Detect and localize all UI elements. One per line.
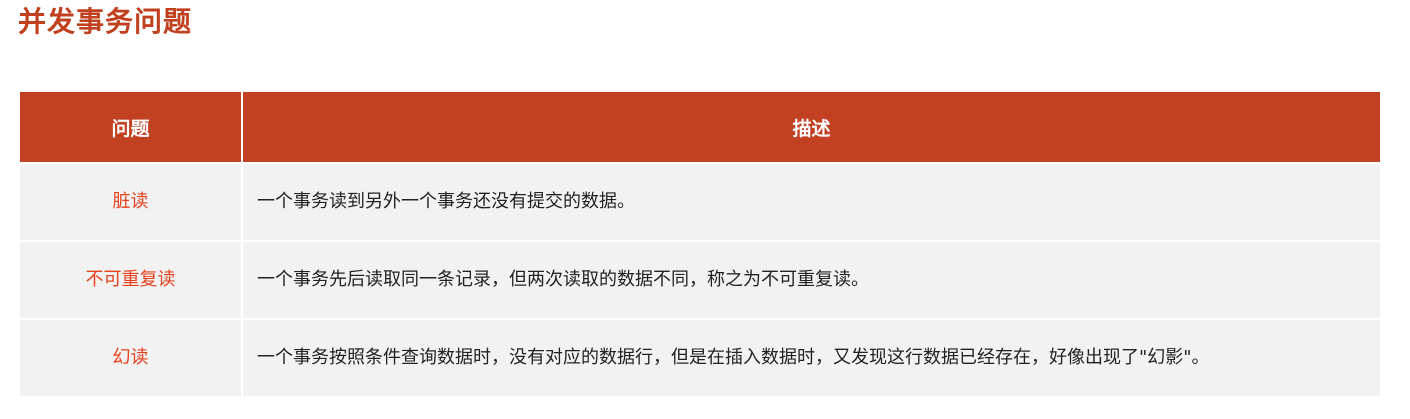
table-row: 不可重复读 一个事务先后读取同一条记录，但两次读取的数据不同，称之为不可重复读。 (20, 240, 1380, 319)
page-title: 并发事务问题 (18, 5, 193, 38)
problem-cell: 幻读 (20, 318, 243, 396)
column-header-problem: 问题 (20, 92, 243, 163)
problem-cell: 脏读 (20, 162, 243, 241)
description-cell: 一个事务先后读取同一条记录，但两次读取的数据不同，称之为不可重复读。 (242, 240, 1380, 319)
problem-cell: 不可重复读 (20, 240, 243, 319)
table-row: 脏读 一个事务读到另外一个事务还没有提交的数据。 (20, 162, 1380, 241)
column-header-description: 描述 (242, 92, 1380, 163)
table-row: 幻读 一个事务按照条件查询数据时，没有对应的数据行，但是在插入数据时，又发现这行… (20, 318, 1380, 396)
description-cell: 一个事务按照条件查询数据时，没有对应的数据行，但是在插入数据时，又发现这行数据已… (242, 318, 1380, 396)
description-cell: 一个事务读到另外一个事务还没有提交的数据。 (242, 162, 1380, 241)
concurrency-issues-table: 问题 描述 脏读 一个事务读到另外一个事务还没有提交的数据。 不可重复读 一个事… (20, 92, 1380, 396)
table-header-row: 问题 描述 (20, 92, 1380, 163)
